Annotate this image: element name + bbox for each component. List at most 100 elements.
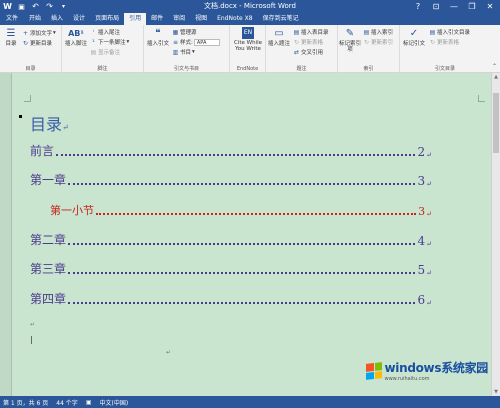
cite-while-you-write-button[interactable]: EN Cite While You Write xyxy=(232,27,264,52)
watermark-brand: windows系统家园 xyxy=(384,361,488,375)
update-toa-icon: ↻ xyxy=(429,38,436,46)
bibliography-button[interactable]: ▥ 书目 ▾ xyxy=(172,48,195,57)
group-captions: ▭ 插入题注 ▤ 插入表目录 ↻ 更新表格 ⇄ 交叉引用 题注 xyxy=(266,25,338,73)
endnote-x8-icon: EN xyxy=(242,27,254,39)
update-index-button[interactable]: ↻ 更新索引 xyxy=(363,38,393,47)
caption-icon: ▭ xyxy=(274,27,284,39)
tab-mailings[interactable]: 邮件 xyxy=(146,13,168,25)
windows-logo-icon xyxy=(366,361,383,380)
cross-reference-button[interactable]: ⇄ 交叉引用 xyxy=(293,48,323,57)
help-icon[interactable]: ? xyxy=(410,0,426,12)
insert-toa-icon: ▤ xyxy=(429,28,436,36)
page-count[interactable]: 第 1 页，共 6 页 xyxy=(3,398,48,407)
manage-sources-icon: ▦ xyxy=(172,28,179,36)
toc-entry[interactable]: 前言 2 ↵ xyxy=(30,144,432,159)
insert-table-of-figures-button[interactable]: ▤ 插入表目录 xyxy=(293,28,329,37)
tab-home[interactable]: 开始 xyxy=(24,13,46,25)
toc-heading[interactable]: 目录↵ xyxy=(30,111,69,135)
toc-entry-sub[interactable]: 第一小节 3 ↵ xyxy=(50,204,432,218)
update-table-button[interactable]: ↻ 更新表格 xyxy=(293,38,323,47)
scroll-thumb[interactable] xyxy=(493,93,499,153)
group-label: 引文目录 xyxy=(434,66,455,72)
tab-endnote[interactable]: EndNote X8 xyxy=(212,13,257,25)
group-table-of-authorities: ✓ 标记引文 ▤ 插入引文目录 ↻ 更新表格 引文目录 xyxy=(400,25,490,73)
table-of-figures-icon: ▤ xyxy=(293,28,300,36)
toc-button[interactable]: ☰ 目录 xyxy=(2,27,20,47)
vertical-ruler xyxy=(0,73,12,396)
group-toc: ☰ 目录 + 添加文字 ▾ ↻ 更新目录 目录 xyxy=(0,25,62,73)
vertical-scrollbar[interactable]: ▲ ▼ xyxy=(491,73,500,396)
style-icon: ≡ xyxy=(172,38,179,46)
margin-corner xyxy=(24,95,31,102)
insert-caption-button[interactable]: ▭ 插入题注 xyxy=(267,27,291,47)
insert-citation-button[interactable]: ❝ 插入引文 xyxy=(146,27,170,47)
mark-entry-button[interactable]: ✎ 标记索引项 xyxy=(339,27,361,53)
tab-cloud-notes[interactable]: 保存到云笔记 xyxy=(258,13,304,25)
margin-corner xyxy=(478,95,485,102)
insert-footnote-button[interactable]: AB¹ 插入脚注 xyxy=(64,27,88,47)
status-bar: 第 1 页，共 6 页 44 个字 ▣ 中文(中国) xyxy=(0,396,500,408)
scroll-up-icon[interactable]: ▲ xyxy=(492,73,500,81)
insert-toa-button[interactable]: ▤ 插入引文目录 xyxy=(429,28,470,37)
style-value[interactable]: APA xyxy=(193,38,220,46)
tab-file[interactable]: 文件 xyxy=(0,13,25,25)
update-table-icon: ↻ xyxy=(293,38,300,46)
group-citations: ❝ 插入引文 ▦ 管理源 ≡ 样式: APA ▥ 书目 ▾ 引文与书目 xyxy=(144,25,230,73)
refresh-icon: ↻ xyxy=(22,39,29,47)
ribbon: ☰ 目录 + 添加文字 ▾ ↻ 更新目录 目录 AB¹ 插入脚注 ⁱ 插入尾注 ¹ 下一条… xyxy=(0,25,500,73)
document-area[interactable]: 目录↵ 前言 2 ↵ 第一章 3 ↵ 第一小节 3 ↵ 第二章 4 ↵ 第三章 5 ↵ 第四章 6 ↵ … xyxy=(0,73,500,396)
ribbon-tabs: 文件 开始 插入 设计 页面布局 引用 邮件 审阅 视图 EndNote X8 … xyxy=(0,13,500,25)
insert-endnote-button[interactable]: ⁱ 插入尾注 xyxy=(90,28,120,37)
close-button[interactable]: ✕ xyxy=(482,0,498,12)
mark-citation-icon: ✓ xyxy=(409,27,419,39)
tab-design[interactable]: 设计 xyxy=(68,13,90,25)
tab-insert[interactable]: 插入 xyxy=(46,13,68,25)
group-label: EndNote xyxy=(236,66,259,72)
cross-reference-icon: ⇄ xyxy=(293,48,300,56)
proofing-icon[interactable]: ▣ xyxy=(86,399,92,406)
watermark-url: www.ruihaitu.com xyxy=(384,376,430,382)
group-label: 引文与书目 xyxy=(173,66,199,72)
collapse-ribbon-icon[interactable]: ⌃ xyxy=(492,63,497,70)
show-notes-button[interactable]: ▤ 显示备注 xyxy=(90,48,120,57)
scroll-down-icon[interactable]: ▼ xyxy=(492,388,500,396)
toc-icon: ☰ xyxy=(6,27,16,39)
citation-icon: ❝ xyxy=(155,27,161,39)
paragraph-mark: ↵ xyxy=(166,349,172,356)
tab-page-layout[interactable]: 页面布局 xyxy=(90,13,124,25)
tab-view[interactable]: 视图 xyxy=(190,13,212,25)
add-text-icon: + xyxy=(22,29,29,37)
group-label: 索引 xyxy=(363,66,374,72)
title-bar: W ▣ ↶ ↷ ▾ 文档.docx - Microsoft Word ? ⊡ —… xyxy=(0,0,500,13)
manage-sources-button[interactable]: ▦ 管理源 xyxy=(172,28,197,37)
update-index-icon: ↻ xyxy=(363,38,370,46)
watermark-logo: windows系统家园 www.ruihaitu.com xyxy=(366,359,488,382)
ribbon-display-icon[interactable]: ⊡ xyxy=(428,0,444,12)
paragraph-anchor xyxy=(19,115,22,118)
toc-entry[interactable]: 第一章 3 ↵ xyxy=(30,173,432,188)
toc-entry[interactable]: 第三章 5 ↵ xyxy=(30,262,432,277)
group-label: 脚注 xyxy=(97,66,108,72)
restore-button[interactable]: ❐ xyxy=(464,0,480,12)
next-footnote-icon: ¹ xyxy=(92,38,95,46)
language-indicator[interactable]: 中文(中国) xyxy=(99,398,128,407)
endnote-icon: ⁱ xyxy=(92,28,95,36)
group-label: 目录 xyxy=(25,66,36,72)
tab-references[interactable]: 引用 xyxy=(124,13,147,25)
word-count[interactable]: 44 个字 xyxy=(56,398,78,407)
insert-index-button[interactable]: ▤ 插入索引 xyxy=(363,28,393,37)
tab-review[interactable]: 审阅 xyxy=(168,13,190,25)
paragraph-mark: ↵ xyxy=(30,321,36,328)
show-notes-icon: ▤ xyxy=(90,48,97,56)
mark-citation-button[interactable]: ✓ 标记引文 xyxy=(402,27,426,47)
add-text-button[interactable]: + 添加文字 ▾ xyxy=(22,29,56,38)
update-toa-button[interactable]: ↻ 更新表格 xyxy=(429,38,459,47)
toc-entry[interactable]: 第四章 6 ↵ xyxy=(30,292,432,307)
next-footnote-button[interactable]: ¹ 下一条脚注 ▾ xyxy=(90,38,129,47)
insert-index-icon: ▤ xyxy=(363,28,370,36)
style-select[interactable]: ≡ 样式: APA xyxy=(172,38,220,46)
minimize-button[interactable]: — xyxy=(446,0,462,12)
footnote-icon: AB¹ xyxy=(68,28,84,38)
update-toc-button[interactable]: ↻ 更新目录 xyxy=(22,39,52,48)
toc-entry[interactable]: 第二章 4 ↵ xyxy=(30,233,432,248)
